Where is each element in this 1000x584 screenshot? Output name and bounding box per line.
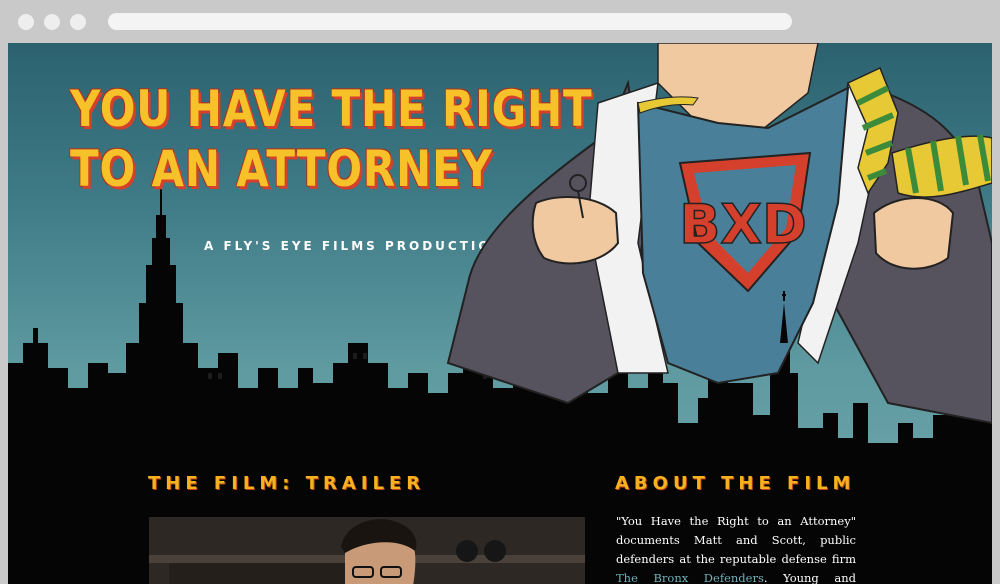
bronx-defenders-link[interactable]: The Bronx Defenders bbox=[616, 571, 764, 584]
about-text-intro: "You Have the Right to an Attorney" docu… bbox=[616, 514, 856, 566]
bxd-logo: BXD bbox=[679, 193, 807, 256]
window-close-dot[interactable] bbox=[18, 14, 34, 30]
superhero-attorney-illustration: BXD bbox=[446, 43, 992, 425]
page-viewport: YOU HAVE THE RIGHT TO AN ATTORNEY A FLY'… bbox=[8, 43, 992, 584]
trailer-video-player[interactable] bbox=[149, 517, 585, 584]
about-film-text: "You Have the Right to an Attorney" docu… bbox=[616, 512, 856, 584]
trailer-thumbnail bbox=[149, 517, 585, 584]
window-minimize-dot[interactable] bbox=[44, 14, 60, 30]
window-maximize-dot[interactable] bbox=[70, 14, 86, 30]
browser-chrome bbox=[0, 0, 1000, 43]
about-heading: ABOUT THE FILM bbox=[615, 473, 856, 494]
trailer-heading: THE FILM: TRAILER bbox=[148, 473, 426, 494]
address-bar[interactable] bbox=[108, 13, 792, 30]
